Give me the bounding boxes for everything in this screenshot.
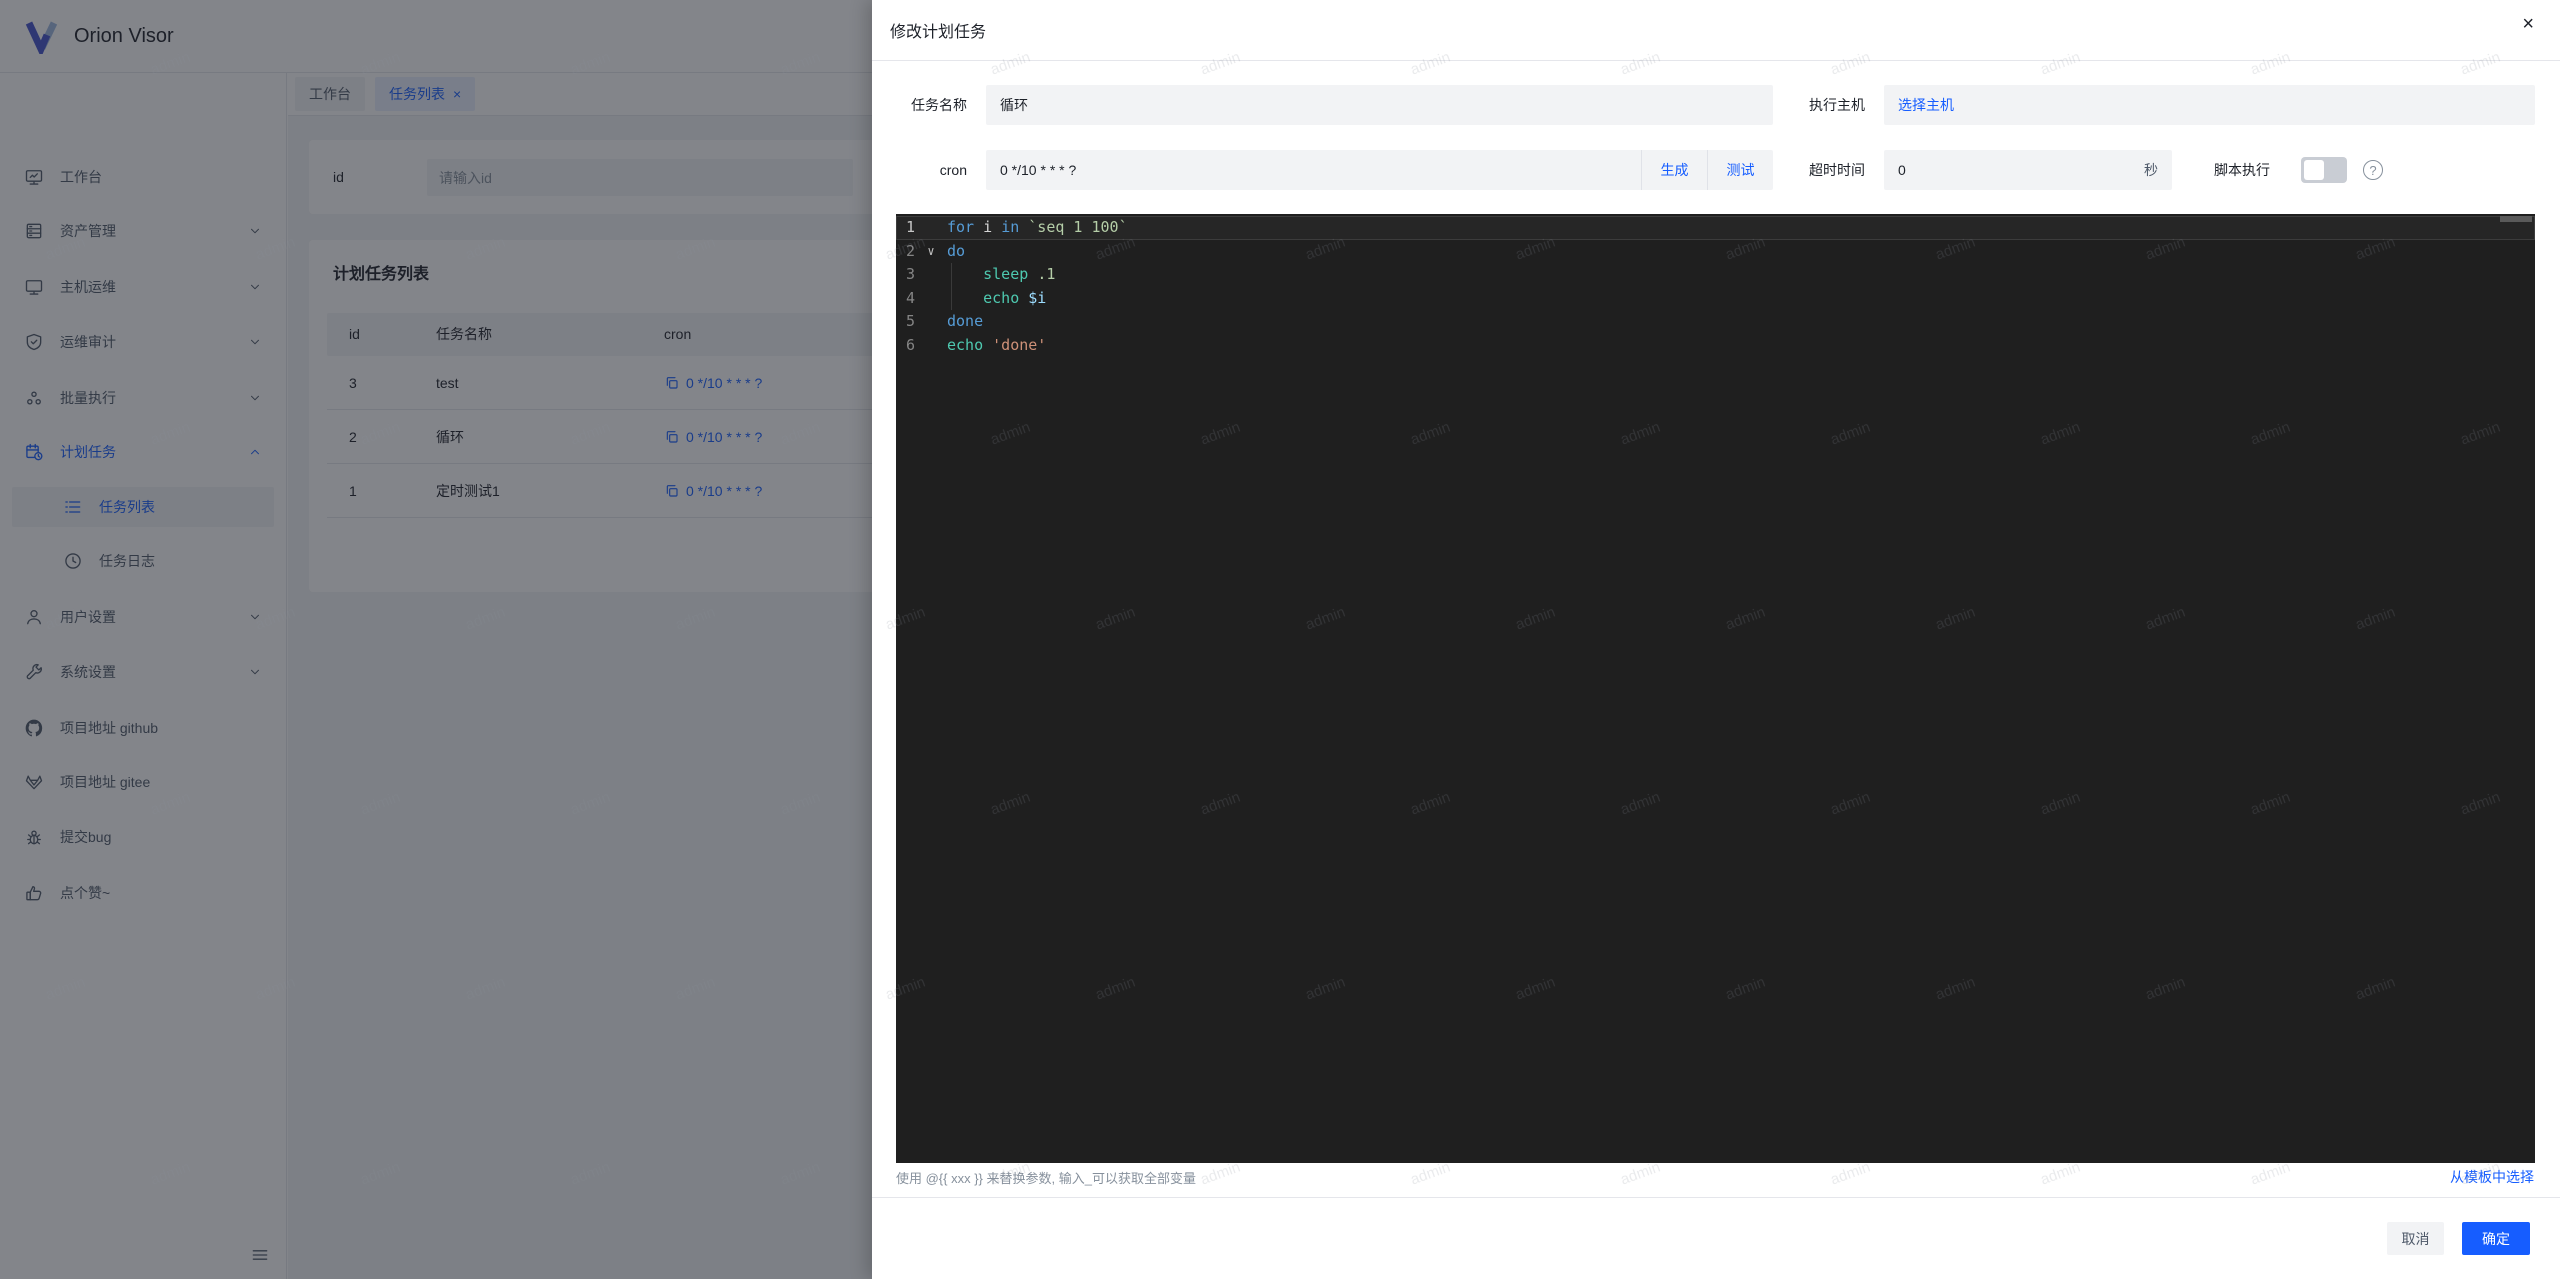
code-line-2: 2 ∨ do	[896, 240, 2535, 264]
timeout-label: 超时时间	[1809, 162, 1865, 178]
select-host-link[interactable]: 选择主机	[1898, 95, 1954, 115]
timeout-unit: 秒	[2144, 162, 2158, 178]
task-name-value: 循环	[1000, 97, 1028, 113]
script-exec-label: 脚本执行	[2214, 162, 2270, 178]
code-line-3: 3 sleep .1	[896, 263, 2535, 287]
timeout-value: 0	[1898, 162, 1906, 178]
cron-input-group: 0 */10 * * * ? 生成 测试	[986, 150, 1773, 190]
code-line-1: 1 for i in `seq 1 100`	[896, 216, 2535, 240]
code-line-4: 4 echo $i	[896, 286, 2535, 310]
modal-footer: 取消 确定	[872, 1197, 2560, 1279]
code-line-6: 6 echo 'done'	[896, 334, 2535, 358]
toggle-knob	[2304, 160, 2324, 180]
screen: Orion Visor 工作台资产管理主机运维运维审计批量执行计划任务任务列表任…	[0, 0, 2560, 1279]
exec-host-field: 选择主机	[1884, 85, 2535, 125]
modal-title: 修改计划任务	[890, 24, 987, 41]
cron-input[interactable]: 0 */10 * * * ?	[986, 162, 1641, 178]
editor-hint-text: 使用 @{{ xxx }} 来替换参数, 输入_可以获取全部变量	[896, 1171, 1196, 1186]
cron-label: cron	[939, 162, 967, 178]
line-number: 6	[905, 335, 915, 354]
cron-test-button[interactable]: 测试	[1708, 160, 1773, 180]
line-number: 4	[905, 288, 915, 307]
cancel-button[interactable]: 取消	[2387, 1222, 2444, 1255]
task-name-input[interactable]: 循环	[986, 85, 1773, 125]
timeout-input[interactable]: 0 秒	[1884, 150, 2172, 190]
help-icon[interactable]: ?	[2363, 160, 2383, 180]
choose-template-link[interactable]: 从模板中选择	[2450, 1167, 2534, 1187]
line-number: 2	[905, 241, 915, 260]
task-name-label: 任务名称	[911, 97, 967, 113]
exec-host-label: 执行主机	[1809, 97, 1865, 113]
line-number: 5	[905, 312, 915, 330]
modal-close-icon[interactable]: ×	[2522, 14, 2534, 34]
edit-task-modal: 修改计划任务 × 任务名称 循环 执行主机 选择主机 cron 0 */10 *…	[872, 0, 2560, 1279]
modal-header-divider	[872, 60, 2560, 61]
ok-button[interactable]: 确定	[2462, 1222, 2530, 1255]
cron-generate-button[interactable]: 生成	[1642, 160, 1707, 180]
script-exec-toggle[interactable]	[2301, 157, 2347, 183]
script-code-editor[interactable]: 1 for i in `seq 1 100` 2 ∨ do 3 sleep .1 4 ech…	[896, 214, 2535, 1163]
editor-overview-marker	[2500, 216, 2532, 222]
fold-chevron-icon[interactable]: ∨	[922, 240, 940, 264]
code-line-5: 5 done	[896, 310, 2535, 334]
line-number: 1	[905, 218, 915, 236]
line-number: 3	[905, 265, 915, 283]
